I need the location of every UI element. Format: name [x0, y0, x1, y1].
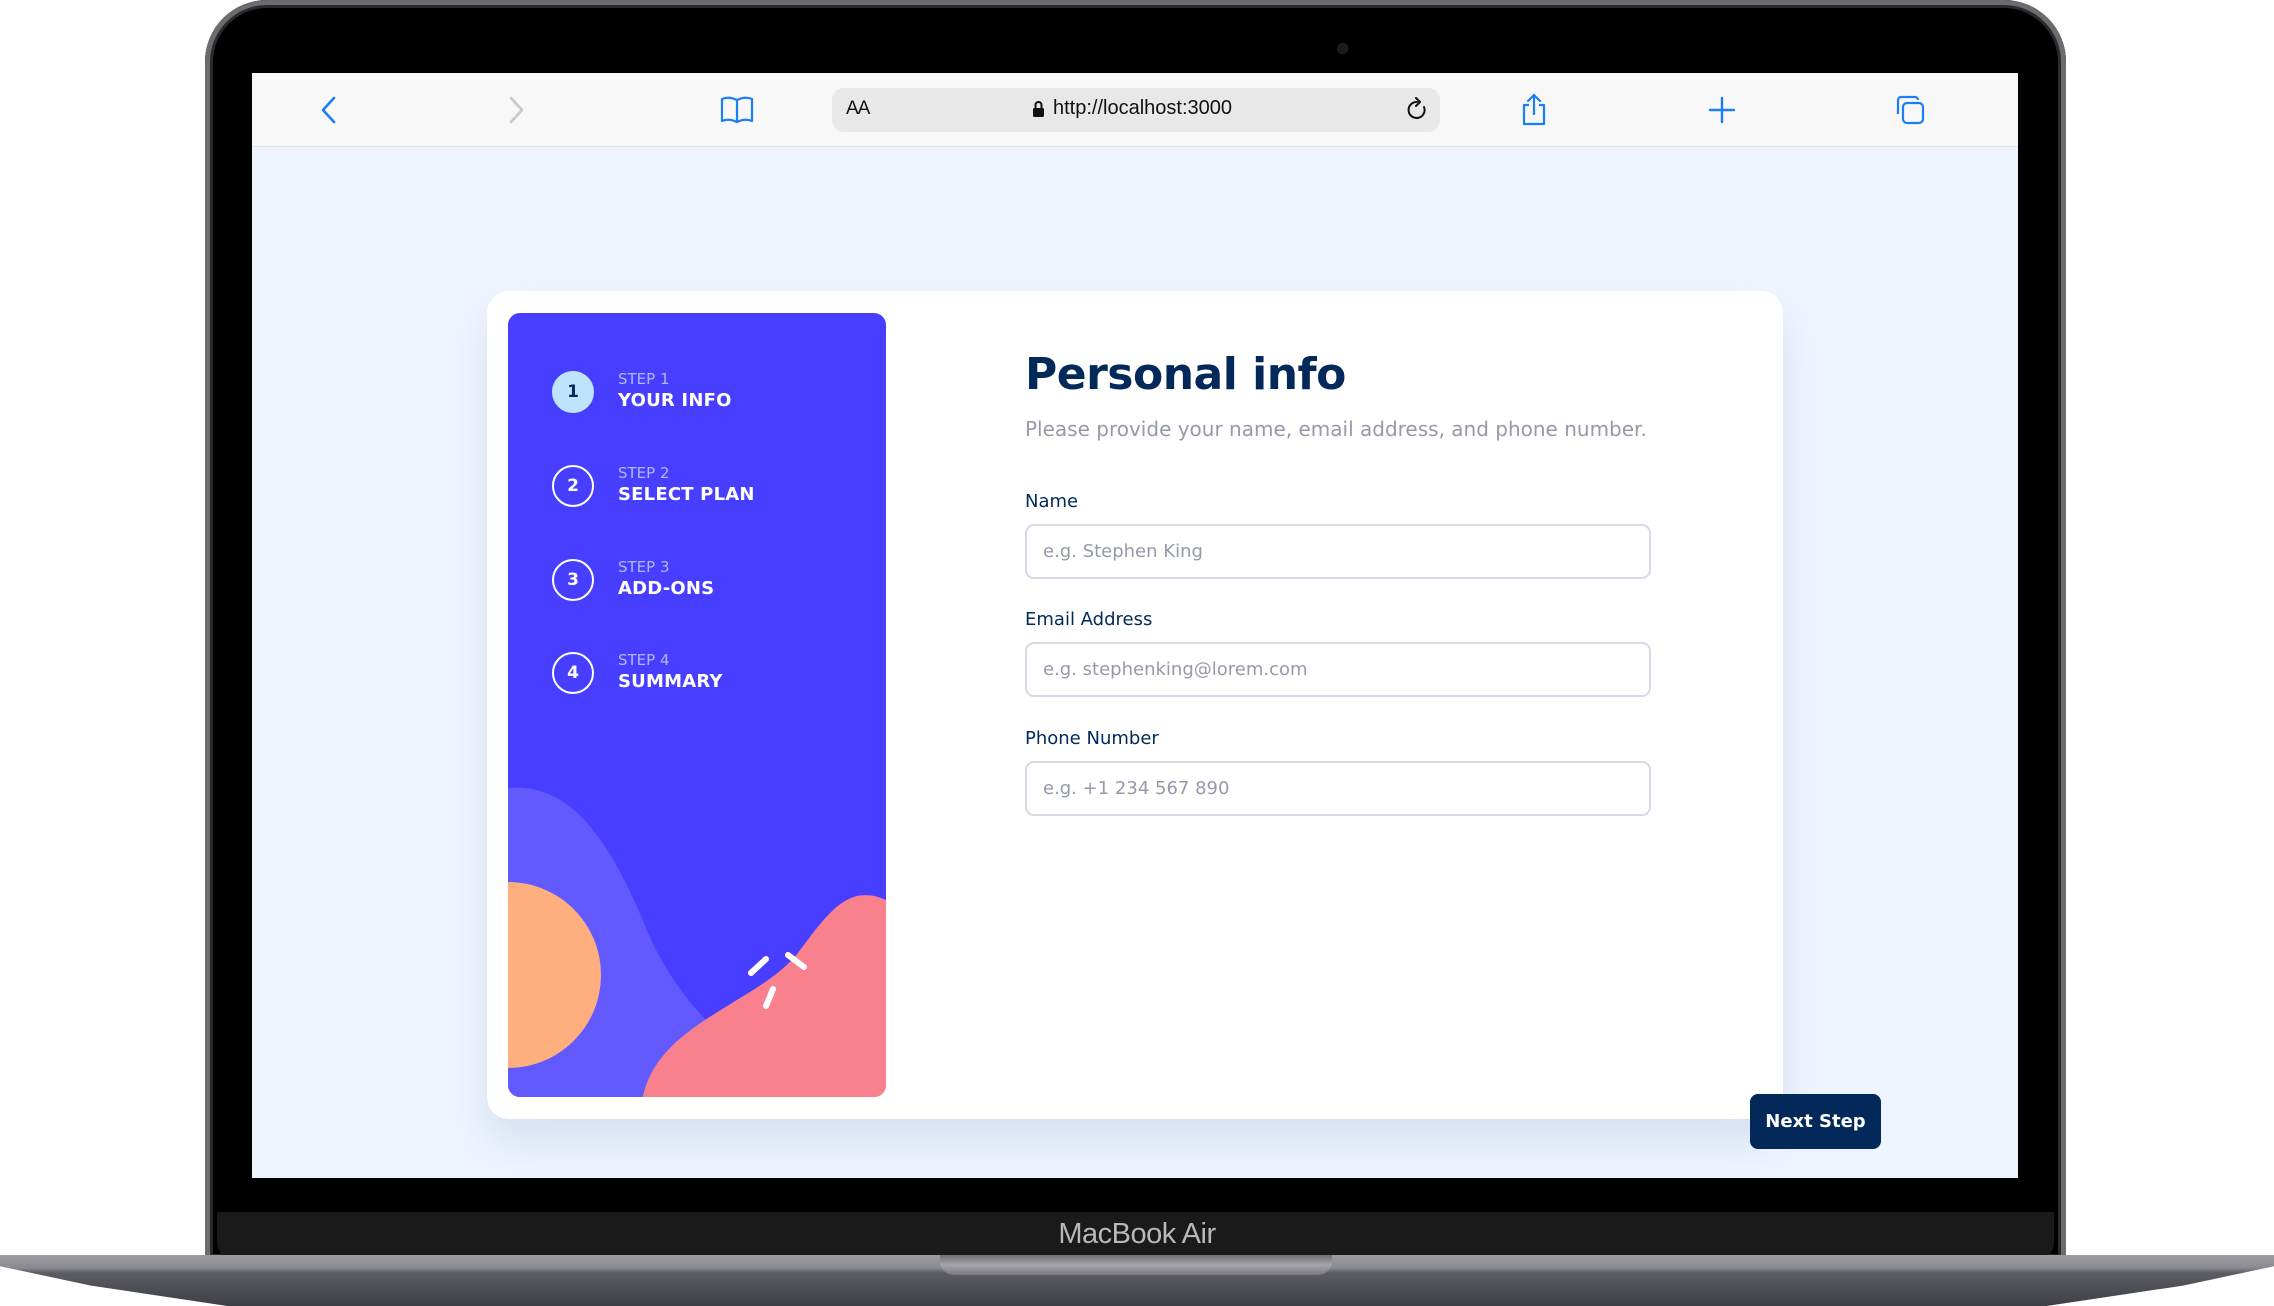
book-icon[interactable] — [718, 91, 756, 129]
step-number: 1 — [552, 370, 594, 413]
tabs-icon[interactable] — [1891, 91, 1929, 129]
form-card: 1 STEP 1 YOUR INFO 2 STEP 2 SELECT PLAN … — [487, 291, 1881, 1149]
url-text: http://localhost:3000 — [1053, 97, 1233, 119]
plus-icon[interactable] — [1703, 91, 1741, 129]
lock-icon — [1033, 100, 1044, 117]
url-display[interactable]: http://localhost:3000 — [1032, 97, 1232, 120]
address-bar[interactable]: AA http://localhost:3000 — [832, 88, 1440, 132]
step-1[interactable]: 1 STEP 1 YOUR INFO — [552, 370, 732, 413]
step-sub: STEP 4 — [618, 651, 670, 669]
step-title: YOUR INFO — [618, 390, 732, 411]
share-icon[interactable] — [1515, 91, 1553, 129]
step-sub: STEP 1 — [618, 370, 670, 388]
reload-icon[interactable] — [1402, 94, 1432, 126]
step-title: SELECT PLAN — [618, 484, 755, 505]
step-number: 2 — [552, 464, 594, 507]
chevron-left-icon[interactable] — [310, 91, 348, 129]
step-3[interactable]: 3 STEP 3 ADD-ONS — [552, 558, 714, 601]
device-label: MacBook Air — [1058, 1218, 1216, 1250]
steps-sidebar: 1 STEP 1 YOUR INFO 2 STEP 2 SELECT PLAN … — [508, 313, 886, 1097]
step-number: 3 — [552, 558, 594, 601]
step-title: SUMMARY — [618, 671, 723, 692]
phone-field[interactable] — [1025, 761, 1651, 816]
camera-icon — [1337, 43, 1348, 54]
name-field[interactable] — [1025, 524, 1651, 579]
email-label: Email Address — [1025, 609, 1153, 630]
step-title: ADD-ONS — [618, 578, 715, 599]
step-sub: STEP 3 — [618, 558, 670, 576]
chevron-right-icon[interactable] — [497, 91, 535, 129]
step-4[interactable]: 4 STEP 4 SUMMARY — [552, 651, 723, 694]
phone-label: Phone Number — [1025, 728, 1159, 749]
step-2[interactable]: 2 STEP 2 SELECT PLAN — [552, 464, 755, 507]
sparkle-line — [748, 956, 769, 976]
next-step-button[interactable]: Next Step — [1750, 1094, 1881, 1149]
step-sub: STEP 2 — [618, 464, 670, 482]
step-number: 4 — [552, 651, 594, 694]
reader-button[interactable]: AA — [846, 98, 870, 120]
browser-toolbar: AA http://localhost:3000 — [252, 73, 2018, 147]
email-field[interactable] — [1025, 642, 1651, 697]
sidebar-illustration — [508, 787, 886, 1097]
name-label: Name — [1025, 491, 1079, 512]
laptop-notch — [940, 1255, 1332, 1275]
browser-window: AA http://localhost:3000 1 STEP 1 YOUR I… — [252, 73, 2018, 1178]
page-title: Personal info — [1025, 349, 1346, 400]
page-subtitle: Please provide your name, email address,… — [1025, 417, 1647, 441]
